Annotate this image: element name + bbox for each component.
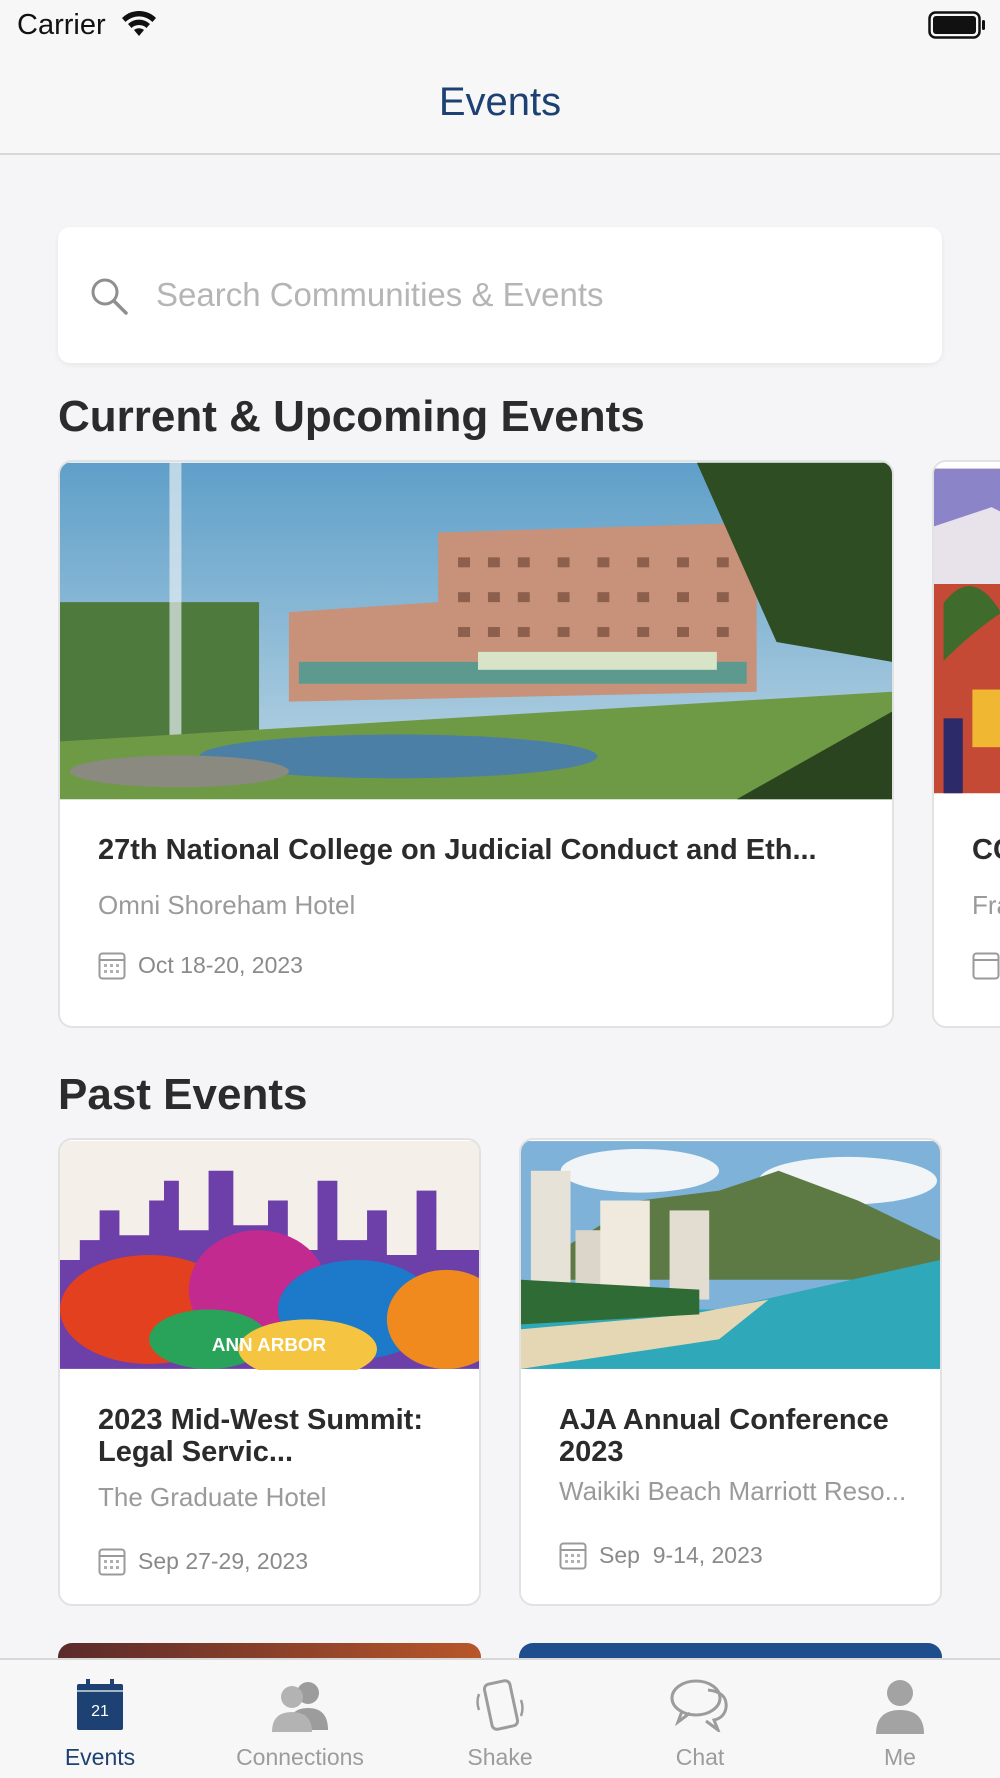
event-venue: Omni Shoreham Hotel <box>98 890 356 920</box>
chat-bubbles-icon <box>670 1679 728 1732</box>
calendar-icon: 21 <box>77 1679 123 1730</box>
event-venue: Fra <box>972 890 1000 920</box>
event-date-row: Sep 27-29, 2023 <box>98 1546 448 1576</box>
tab-label: Me <box>884 1744 916 1770</box>
tab-shake[interactable]: Shake <box>400 1660 600 1778</box>
ann-arbor-text: ANN ARBOR <box>212 1334 327 1355</box>
search-icon <box>91 278 128 315</box>
event-image <box>521 1141 940 1369</box>
event-card[interactable]: CC Fra <box>932 460 1000 1028</box>
event-date: Sep 9-14, 2023 <box>599 1542 763 1568</box>
tab-chat[interactable]: Chat <box>600 1660 800 1778</box>
current-events-heading: Current & Upcoming Events <box>58 392 645 441</box>
tab-label: Events <box>64 1744 136 1770</box>
event-title: 2023 Mid-West Summit: Legal Servic... <box>98 1404 423 1468</box>
page-title: Events <box>438 80 562 124</box>
event-image <box>60 462 892 800</box>
battery-icon <box>928 11 985 39</box>
event-venue: Waikiki Beach Marriott Reso... <box>559 1476 907 1506</box>
carrier-label: Carrier <box>17 9 106 41</box>
event-title: CC <box>972 834 1000 866</box>
event-title: AJA Annual Conference 2023 <box>559 1404 889 1468</box>
calendar-icon <box>559 1542 587 1570</box>
tab-label: Connections <box>236 1744 364 1770</box>
search-input[interactable] <box>156 257 916 333</box>
calendar-icon <box>98 1548 126 1576</box>
search-bar[interactable] <box>58 227 942 363</box>
event-card[interactable]: ANN ARBOR 2023 Mid-West Summit: Legal Se… <box>58 1138 481 1606</box>
calendar-icon <box>972 952 1000 980</box>
event-date: Oct 18-20, 2023 <box>138 952 303 978</box>
event-venue: The Graduate Hotel <box>98 1482 327 1512</box>
tab-connections[interactable]: Connections <box>200 1660 400 1778</box>
tab-label: Chat <box>675 1744 725 1770</box>
event-date-row: Oct 18-20, 2023 <box>98 950 498 980</box>
tab-bar: 21 Events Connections Shake Chat Me <box>0 1658 1000 1778</box>
event-image <box>934 468 1000 794</box>
event-image: ANN ARBOR <box>60 1141 479 1370</box>
event-date-row: Sep 9-14, 2023 <box>559 1540 909 1570</box>
status-bar: Carrier <box>0 0 1000 52</box>
event-title: 27th National College on Judicial Conduc… <box>98 834 817 866</box>
calendar-icon <box>98 952 126 980</box>
people-icon <box>272 1682 328 1732</box>
person-icon <box>876 1680 924 1734</box>
event-card[interactable]: AJA Annual Conference 2023 Waikiki Beach… <box>519 1138 942 1606</box>
tab-events[interactable]: 21 Events <box>0 1660 200 1778</box>
past-events-heading: Past Events <box>58 1070 308 1119</box>
tab-label: Shake <box>467 1744 533 1770</box>
navigation-bar: Events <box>0 52 1000 155</box>
tab-me[interactable]: Me <box>800 1660 1000 1778</box>
phone-shake-icon <box>476 1679 524 1731</box>
event-card[interactable]: 27th National College on Judicial Conduc… <box>58 460 894 1028</box>
calendar-day-text: 21 <box>91 1703 109 1720</box>
wifi-icon <box>122 10 156 36</box>
event-date: Sep 27-29, 2023 <box>138 1548 309 1574</box>
